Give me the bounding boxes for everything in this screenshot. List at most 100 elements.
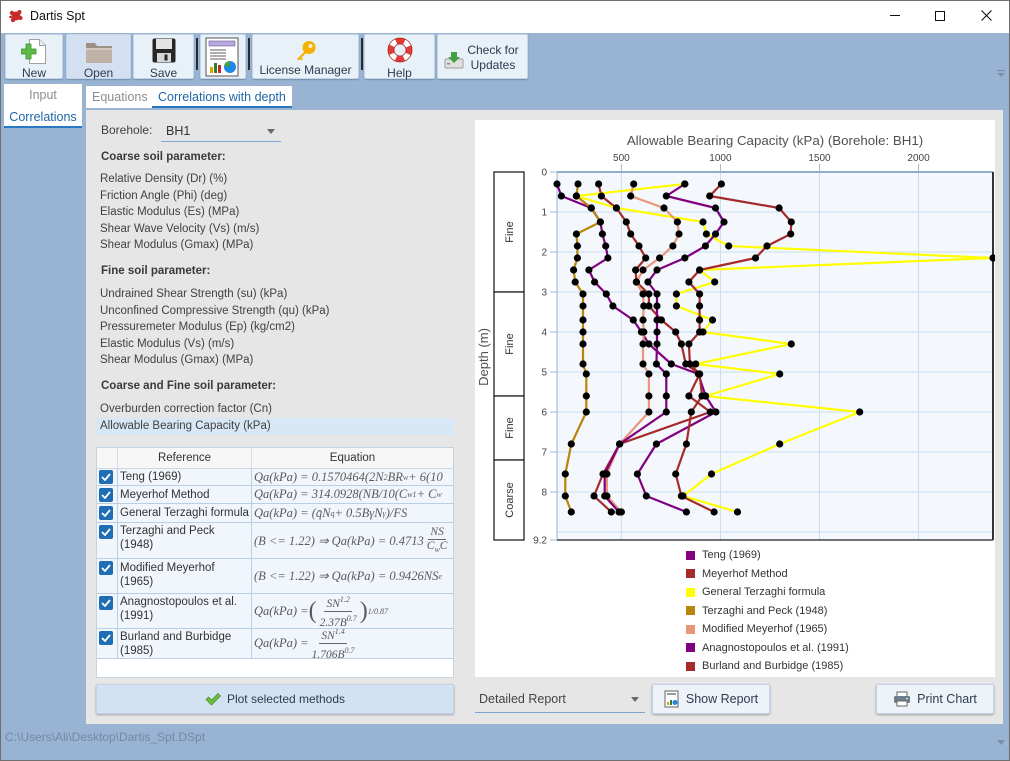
show-report-label: Show Report <box>685 692 759 706</box>
parameter-item[interactable]: Shear Wave Velocity (Vs) (m/s) <box>100 221 259 238</box>
minimize-button[interactable] <box>872 0 918 31</box>
parameter-item[interactable]: Shear Modulus (Gmax) (MPa) <box>100 352 329 369</box>
table-row[interactable]: Terzaghi and Peck (1948) (B <= 1.22) ⇒ Q… <box>97 523 453 559</box>
report-type-dropdown[interactable]: Detailed Report <box>475 686 645 713</box>
parameter-item[interactable]: Undrained Shear Strength (su) (kPa) <box>100 286 329 303</box>
parameter-item[interactable]: Shear Modulus (Gmax) (MPa) <box>100 237 259 254</box>
legend-item[interactable]: Meyerhof Method <box>686 567 788 581</box>
data-point-burland-and-burbidge-1985 <box>685 278 693 286</box>
x-tick-label: 2000 <box>907 153 930 164</box>
status-bar-collapse-icon[interactable] <box>997 740 1005 746</box>
method-checkbox[interactable] <box>99 631 113 645</box>
parameter-item[interactable]: Overburden correction factor (Cn) <box>100 401 272 418</box>
table-row[interactable]: Anagnostopoulos et al. (1991) Qa(kPa) = … <box>97 594 453 629</box>
header-reference: Reference <box>118 448 252 468</box>
data-point-burland-and-burbidge-1985 <box>696 266 704 274</box>
license-manager-button[interactable]: License Manager <box>252 34 359 79</box>
help-button[interactable]: Help <box>364 34 435 80</box>
tab-correlations-with-depth[interactable]: Correlations with depth <box>158 89 286 105</box>
data-point-burland-and-burbidge-1985 <box>682 440 690 448</box>
table-row[interactable]: Teng (1969) Qa(kPa) = 0.1570464(2N 2 BR w +… <box>97 469 453 486</box>
equation-segment: 2.37B <box>319 616 347 629</box>
equation-segment: 1.2 <box>339 594 350 604</box>
data-point-general-terzaghi-formula <box>702 230 710 238</box>
parameter-item[interactable]: Unconfined Compressive Strength (qu) (kP… <box>100 303 329 320</box>
parameter-item-selected[interactable]: Allowable Bearing Capacity (kPa) <box>100 418 272 435</box>
equation-segment: 1.4 <box>334 629 345 636</box>
legend-swatch <box>686 624 695 634</box>
data-point-anagnostopoulos-et-al-1991 <box>601 492 609 500</box>
folder-icon <box>85 40 113 64</box>
parameter-item[interactable]: Friction Angle (Phi) (deg) <box>100 188 259 205</box>
method-checkbox[interactable] <box>99 525 113 539</box>
legend-item[interactable]: Burland and Burbidge (1985) <box>686 659 843 673</box>
open-button[interactable]: Open <box>66 34 131 80</box>
toolbar-separator <box>248 38 250 70</box>
equation-cell: Qa(kPa) = (SN1.2 2.37B0.7) 1/0.87 <box>252 594 453 629</box>
chart-panel: Fine Fine Fine Coarse 500 1000 1500 2000 0 1 2 3 4 5… <box>475 120 995 677</box>
data-point-general-terzaghi-formula <box>776 440 784 448</box>
data-point-burland-and-burbidge-1985 <box>787 230 795 238</box>
chevron-down-icon <box>267 129 275 134</box>
data-point-terzaghi-and-peck-1948 <box>579 316 587 324</box>
data-point-terzaghi-and-peck-1948 <box>567 440 575 448</box>
data-point-modified-meyerhof-1965 <box>656 254 664 262</box>
ribbon-collapse-icon[interactable] <box>997 70 1005 78</box>
method-checkbox[interactable] <box>99 470 113 484</box>
fine-soil-heading: Fine soil parameter: <box>101 265 211 277</box>
method-checkbox[interactable] <box>99 561 113 575</box>
equation-segment: 1.706B <box>311 649 345 658</box>
parameter-item[interactable]: Pressuremeter Modulus (Ep) (kg/cm2) <box>100 319 329 336</box>
legend-swatch <box>686 606 695 615</box>
method-checkbox[interactable] <box>99 506 113 520</box>
stratum-label: Coarse <box>504 482 516 517</box>
parameter-item[interactable]: Relative Density (Dr) (%) <box>100 171 259 188</box>
equation-segment: w <box>436 490 442 499</box>
x-tick-label: 1500 <box>808 153 831 164</box>
save-button[interactable]: Save <box>133 34 194 80</box>
equation-segment: SN <box>321 630 335 642</box>
data-point-anagnostopoulos-et-al-1991 <box>644 278 652 286</box>
show-report-button[interactable]: Show Report <box>652 684 770 714</box>
data-point-teng-1969 <box>553 180 561 188</box>
data-point-burland-and-burbidge-1985 <box>696 370 704 378</box>
coarse-fine-parameter-list: Overburden correction factor (Cn) Allowa… <box>100 401 272 434</box>
print-chart-button[interactable]: Print Chart <box>876 684 994 714</box>
parameter-item[interactable]: Elastic Modulus (Es) (MPa) <box>100 204 259 221</box>
check-for-updates-button[interactable]: Check for Updates <box>437 34 528 79</box>
legend-item[interactable]: General Terzaghi formula <box>686 585 825 599</box>
data-point-teng-1969 <box>602 290 610 298</box>
table-row[interactable]: Burland and Burbidge (1985) Qa(kPa) = SN… <box>97 629 453 659</box>
new-button[interactable]: New <box>5 34 63 80</box>
report-button[interactable] <box>200 34 246 79</box>
chevron-down-icon <box>631 697 639 702</box>
legend-item[interactable]: Terzaghi and Peck (1948) <box>686 604 827 618</box>
x-tick-label: 1000 <box>709 153 732 164</box>
legend-item[interactable]: Teng (1969) <box>686 548 761 562</box>
plot-selected-methods-button[interactable]: Plot selected methods <box>96 684 454 714</box>
parameter-item[interactable]: Elastic Modulus (Vs) (m/s) <box>100 336 329 353</box>
legend-item[interactable]: Anagnostopoulos et al. (1991) <box>686 641 849 655</box>
y-tick-label: 7 <box>541 448 547 459</box>
data-point-burland-and-burbidge-1985 <box>698 392 706 400</box>
method-checkbox[interactable] <box>99 596 113 610</box>
data-point-meyerhof-method <box>597 192 605 200</box>
data-point-terzaghi-and-peck-1948 <box>582 370 590 378</box>
nav-item-correlations[interactable]: Correlations <box>4 109 82 125</box>
nav-item-input[interactable]: Input <box>4 87 82 103</box>
method-checkbox[interactable] <box>99 487 113 502</box>
data-point-burland-and-burbidge-1985 <box>685 340 693 348</box>
new-file-icon <box>20 38 47 65</box>
close-button[interactable] <box>963 0 1009 31</box>
table-row[interactable]: Modified Meyerhof (1965) (B <= 1.22) ⇒ Q… <box>97 559 453 594</box>
data-point-burland-and-burbidge-1985 <box>696 290 704 298</box>
maximize-button[interactable] <box>917 0 963 31</box>
table-row[interactable]: Meyerhof Method Qa(kPa) = 314.0928(NB/10… <box>97 486 453 504</box>
table-row[interactable]: General Terzaghi formula Qa(kPa) = (q̄N q… <box>97 504 453 523</box>
data-point-general-terzaghi-formula <box>672 290 680 298</box>
legend-swatch <box>686 550 695 560</box>
data-point-general-terzaghi-formula <box>699 218 707 226</box>
borehole-dropdown[interactable]: BH1 <box>161 121 281 142</box>
legend-item[interactable]: Modified Meyerhof (1965) <box>686 622 827 636</box>
tab-equations[interactable]: Equations <box>92 89 148 105</box>
